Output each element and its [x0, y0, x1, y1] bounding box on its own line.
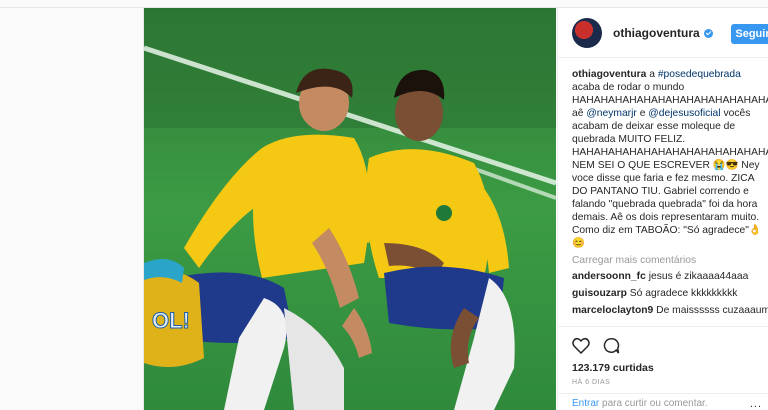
post-sidebar: othiagoventura Seguir othiagoventura a #…: [557, 8, 768, 410]
comment-icon[interactable]: [602, 337, 620, 354]
likes-count[interactable]: 123.179 curtidas: [572, 362, 654, 374]
avatar[interactable]: [572, 17, 602, 48]
login-prompt: Entrar para curtir ou comentar. ...: [558, 393, 768, 410]
comment-text: Só agradece kkkkkkkkk: [629, 288, 738, 299]
comment-item: marceloclayton9 De maissssss cuzaaaum: [572, 304, 768, 317]
load-more-comments[interactable]: Carregar mais comentários: [572, 254, 768, 267]
post-header: othiagoventura Seguir: [558, 8, 768, 58]
caption-username[interactable]: othiagoventura: [572, 69, 646, 80]
post-container: OL! othiagoventura Seguir othiagoventura…: [143, 8, 768, 410]
caption-text-4: vocês acabam de deixar esse moleque de q…: [572, 108, 768, 249]
login-link[interactable]: Entrar: [572, 398, 599, 409]
comment-username[interactable]: andersoonn_fc: [572, 271, 646, 282]
post-photo[interactable]: OL!: [144, 8, 556, 410]
comment-item: guisouzarp Só agradece kkkkkkkkk: [572, 287, 768, 300]
caption-text-3: e: [636, 108, 649, 119]
verified-badge-icon: [703, 28, 713, 38]
comment-text: jesus é zikaaaa44aaa: [648, 271, 749, 282]
caption-mention-neymar[interactable]: @neymarjr: [586, 108, 637, 119]
post-actions: 123.179 curtidas HÁ 6 DIAS Entrar para c…: [558, 326, 768, 410]
football-players-illustration: OL!: [144, 8, 556, 410]
caption-mention-jesus[interactable]: @dejesusoficial: [648, 108, 720, 119]
caption-hashtag[interactable]: #posedequebrada: [658, 69, 741, 80]
caption-text-1: a: [646, 69, 658, 80]
caption: othiagoventura a #posedequebrada acaba d…: [572, 68, 768, 250]
login-prompt-text: para curtir ou comentar.: [599, 398, 708, 409]
header-username-text[interactable]: othiagoventura: [613, 26, 700, 40]
comment-text: De maissssss cuzaaaum: [656, 305, 768, 316]
top-bar: [0, 0, 768, 8]
comment-username[interactable]: marceloclayton9: [572, 305, 653, 316]
comments-section: othiagoventura a #posedequebrada acaba d…: [572, 68, 768, 328]
heart-icon[interactable]: [572, 337, 590, 354]
follow-button[interactable]: Seguir: [731, 24, 768, 44]
action-icons: [572, 337, 620, 354]
sticker-text: OL!: [152, 308, 190, 333]
post-time[interactable]: HÁ 6 DIAS: [572, 379, 610, 386]
more-options-button[interactable]: ...: [750, 398, 762, 410]
comment-username[interactable]: guisouzarp: [572, 288, 627, 299]
comment-item: andersoonn_fc jesus é zikaaaa44aaa: [572, 270, 768, 283]
instagram-post-page: OL! othiagoventura Seguir othiagoventura…: [0, 0, 768, 410]
header-username[interactable]: othiagoventura: [613, 26, 713, 40]
